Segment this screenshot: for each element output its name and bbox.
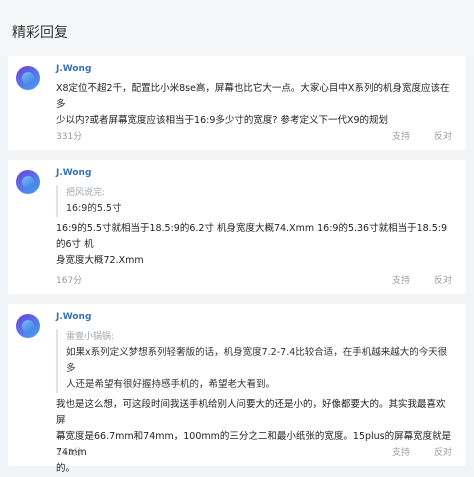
support-button[interactable]: 支持 (392, 445, 410, 458)
username[interactable]: J.Wong (56, 167, 452, 179)
reply-text: X8定位不超2千，配置比小米8se高，屏幕也比它大一点。大家心目中X系列的机身宽… (56, 81, 452, 129)
avatar[interactable] (16, 314, 40, 338)
quoted-reply: 雷壹小锅锅: 如果x系列定义梦想系列轻奢版的话，机身宽度7.2-7.4比较合适，… (56, 329, 452, 393)
support-button[interactable]: 支持 (392, 129, 410, 142)
quoted-username[interactable]: 雷壹小锅锅: (66, 329, 452, 345)
quoted-username[interactable]: 把风说完: (66, 185, 452, 201)
reply-text: 16:9的5.5寸就相当于18.5:9的6.2寸 机身宽度大概74.Xmm 16… (56, 221, 452, 269)
reply-line: 少以内?或者屏幕宽度应该相当于16:9多少寸的宽度? 参考定义下一代X9的规划 (56, 115, 388, 126)
page-title: 精彩回复 (12, 25, 68, 41)
oppose-button[interactable]: 反对 (434, 445, 452, 458)
reply-line: 身宽度大概72.Xmm (56, 255, 144, 266)
quoted-text: 如果x系列定义梦想系列轻奢版的话，机身宽度7.2-7.4比较合适，在手机越来越大… (66, 345, 452, 393)
score-count: 173分 (56, 448, 83, 458)
reply-card: J.Wong X8定位不超2千，配置比小米8se高，屏幕也比它大一点。大家心目中… (8, 56, 466, 150)
avatar[interactable] (16, 66, 40, 90)
reply-card: J.Wong 雷壹小锅锅: 如果x系列定义梦想系列轻奢版的话，机身宽度7.2-7… (8, 304, 466, 474)
quoted-line: 人还是希望有很好握持感手机的，希望老大看到。 (66, 379, 276, 390)
reply-line: 我也是这么想，可这段时间我送手机给别人问要大的还是小的，好像都要大的。其实我最喜… (56, 399, 446, 426)
reply-footer: 173分 支持 反对 (56, 445, 452, 458)
reply-footer: 167分 支持 反对 (56, 273, 452, 286)
quoted-reply: 把风说完: 16:9的5.5寸 (56, 185, 452, 217)
reply-card: J.Wong 把风说完: 16:9的5.5寸 16:9的5.5寸就相当于18.5… (8, 160, 466, 294)
oppose-button[interactable]: 反对 (434, 129, 452, 142)
reply-list: J.Wong X8定位不超2千，配置比小米8se高，屏幕也比它大一点。大家心目中… (0, 56, 474, 474)
support-button[interactable]: 支持 (392, 273, 410, 286)
page-header: 精彩回复 (0, 0, 474, 56)
score-count: 167分 (56, 276, 83, 286)
username[interactable]: J.Wong (56, 311, 452, 323)
score-count: 331分 (56, 132, 83, 142)
oppose-button[interactable]: 反对 (434, 273, 452, 286)
quoted-text: 16:9的5.5寸 (66, 203, 122, 214)
username[interactable]: J.Wong (56, 63, 452, 75)
reply-line: X8定位不超2千，配置比小米8se高，屏幕也比它大一点。大家心目中X系列的机身宽… (56, 83, 450, 110)
reply-footer: 331分 支持 反对 (56, 129, 452, 142)
reply-text: 我也是这么想，可这段时间我送手机给别人问要大的还是小的，好像都要大的。其实我最喜… (56, 397, 452, 477)
avatar[interactable] (16, 170, 40, 194)
reply-line: 的。 (56, 463, 76, 474)
reply-line: 16:9的5.5寸就相当于18.5:9的6.2寸 机身宽度大概74.Xmm 16… (56, 223, 447, 250)
quoted-line: 如果x系列定义梦想系列轻奢版的话，机身宽度7.2-7.4比较合适，在手机越来越大… (66, 347, 448, 374)
